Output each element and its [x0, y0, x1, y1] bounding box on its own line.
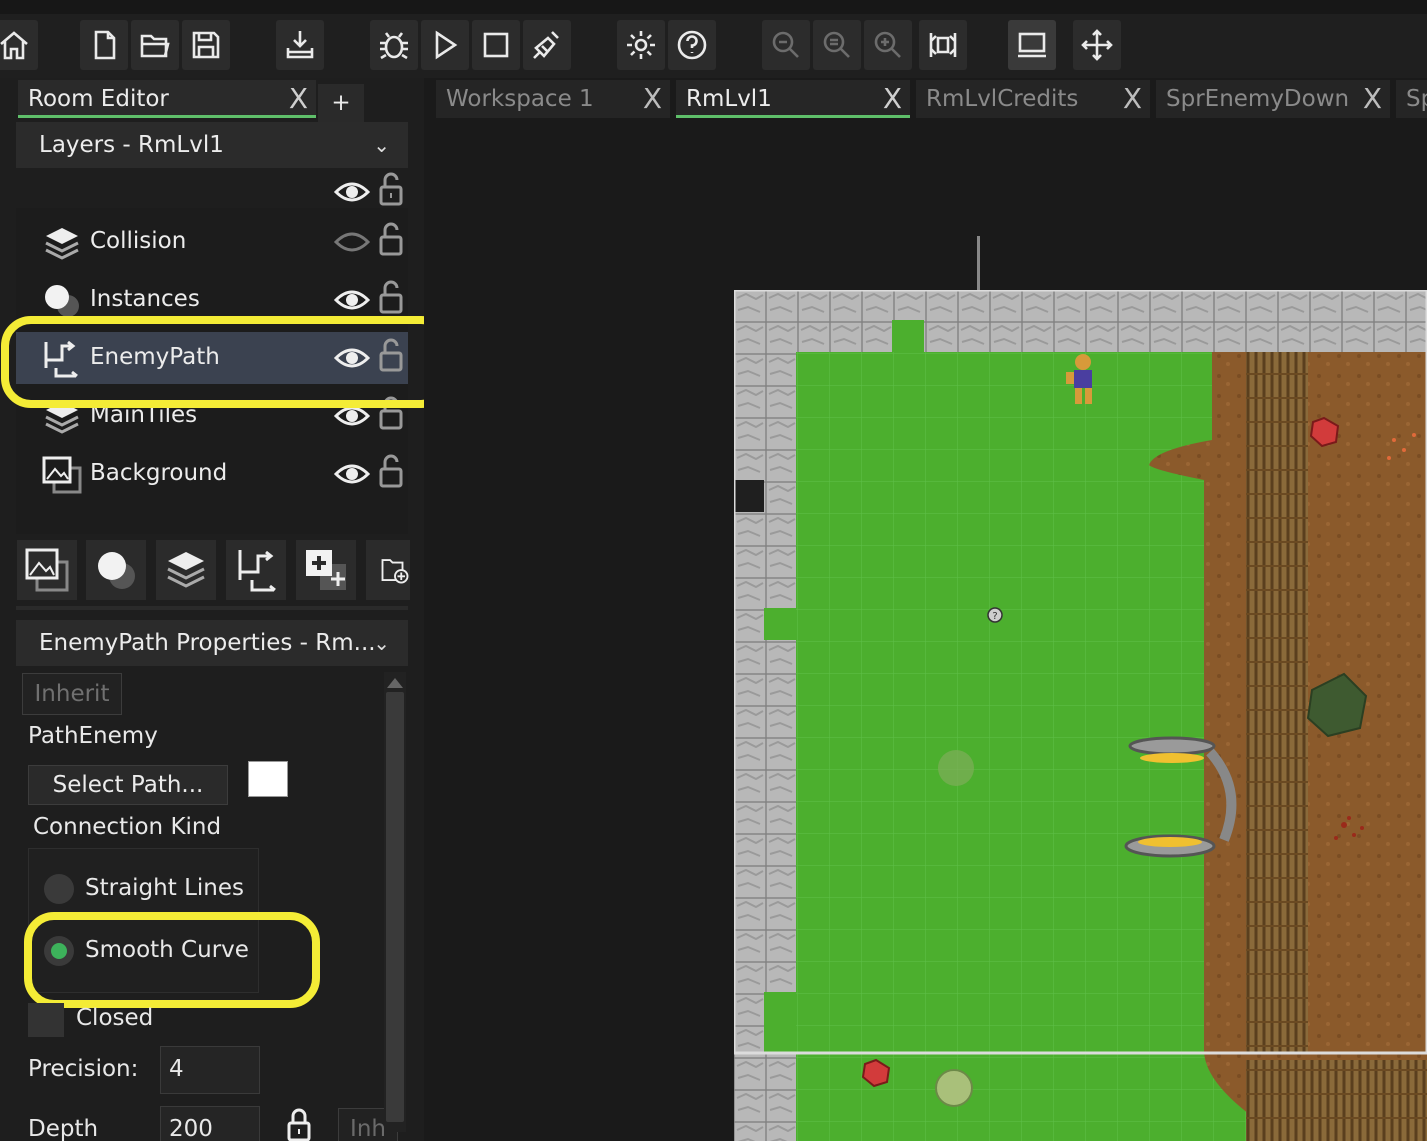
close-icon[interactable]: X: [289, 80, 308, 118]
settings-icon[interactable]: [617, 20, 665, 70]
save-icon[interactable]: [182, 20, 230, 70]
highlight-annotation: [1, 316, 451, 408]
tab-rmlvlcredits[interactable]: RmLvlCredits X: [916, 80, 1150, 118]
open-folder-icon[interactable]: [131, 20, 179, 70]
tab-sp[interactable]: Sp: [1396, 80, 1427, 118]
straight-lines-label: Straight Lines: [85, 875, 244, 901]
fit-icon[interactable]: [919, 20, 967, 70]
lock-icon[interactable]: [378, 172, 404, 206]
run-icon[interactable]: [421, 20, 469, 70]
add-asset-layer-button[interactable]: [296, 540, 356, 600]
tab-sprenemydown[interactable]: SprEnemyDown X: [1156, 80, 1390, 118]
close-icon[interactable]: X: [643, 80, 662, 118]
layer-label: Instances: [90, 286, 200, 312]
layer-row-collision[interactable]: Collision: [16, 216, 408, 268]
stop-icon[interactable]: [472, 20, 520, 70]
add-folder-button[interactable]: [366, 540, 410, 600]
close-icon[interactable]: X: [883, 80, 902, 118]
eye-icon[interactable]: [334, 460, 370, 488]
chevron-down-icon[interactable]: ⌄: [373, 122, 390, 168]
lock-icon[interactable]: [286, 1108, 312, 1141]
home-icon[interactable]: [0, 20, 38, 70]
eye-icon[interactable]: [334, 178, 370, 206]
close-icon[interactable]: X: [1363, 80, 1382, 118]
layers-title: Layers - RmLvl1: [39, 132, 224, 158]
instance-layer-icon: [45, 285, 79, 317]
close-icon[interactable]: X: [1123, 80, 1142, 118]
tileset-layer-icon: [45, 228, 79, 260]
lock-icon[interactable]: [378, 280, 404, 314]
tab-rmlvl1[interactable]: RmLvl1 X: [676, 80, 910, 118]
properties-scrollbar[interactable]: [384, 672, 406, 1132]
add-path-layer-button[interactable]: [226, 540, 286, 600]
path-color-swatch[interactable]: [248, 761, 288, 797]
lock-icon[interactable]: [378, 222, 404, 256]
closed-checkbox[interactable]: [28, 1003, 64, 1037]
precision-input[interactable]: 4: [160, 1046, 260, 1094]
tab-label: RmLvlCredits: [926, 86, 1079, 112]
tab-label: Sp: [1406, 86, 1427, 112]
svg-text:?: ?: [992, 611, 997, 622]
lock-icon[interactable]: [378, 454, 404, 488]
layer-label: Background: [90, 460, 228, 486]
chevron-down-icon[interactable]: ⌄: [373, 620, 390, 666]
layers-header[interactable]: Layers - RmLvl1 ⌄: [16, 122, 408, 168]
tab-workspace[interactable]: Workspace 1 X: [436, 80, 670, 118]
add-background-layer-button[interactable]: [17, 540, 77, 600]
debug-icon[interactable]: [370, 20, 418, 70]
zoom-in-icon[interactable]: [864, 20, 912, 70]
add-tab-button[interactable]: +: [318, 84, 364, 122]
tab-label: RmLvl1: [686, 86, 772, 112]
tab-label: SprEnemyDown: [1166, 86, 1350, 112]
properties-title: EnemyPath Properties - Rm...: [39, 630, 376, 656]
layer-row-background[interactable]: Background: [16, 448, 408, 500]
background-layer-icon: [42, 456, 82, 494]
eye-icon[interactable]: [334, 286, 370, 314]
zoom-reset-icon[interactable]: [813, 20, 861, 70]
precision-label: Precision:: [28, 1056, 139, 1082]
move-icon[interactable]: [1073, 20, 1121, 70]
device-icon[interactable]: [1008, 20, 1056, 70]
inherit-button[interactable]: Inherit: [22, 673, 122, 715]
select-path-button[interactable]: Select Path...: [28, 765, 228, 805]
eye-closed-icon[interactable]: [334, 228, 370, 256]
path-name-label: PathEnemy: [28, 723, 158, 749]
layer-label: Collision: [90, 228, 187, 254]
properties-header[interactable]: EnemyPath Properties - Rm... ⌄: [16, 620, 408, 666]
room-canvas[interactable]: ?: [734, 290, 1427, 1141]
tab-label: Workspace 1: [446, 86, 594, 112]
main-toolbar: [0, 0, 1427, 78]
zoom-out-icon[interactable]: [762, 20, 810, 70]
bush-sprite: [938, 750, 974, 786]
connection-kind-label: Connection Kind: [33, 814, 222, 840]
new-file-icon[interactable]: [80, 20, 128, 70]
depth-input[interactable]: 200: [160, 1106, 260, 1141]
add-instance-layer-button[interactable]: [86, 540, 146, 600]
closed-label: Closed: [76, 1005, 154, 1031]
add-tile-layer-button[interactable]: [156, 540, 216, 600]
depth-label: Depth: [28, 1116, 99, 1141]
straight-lines-radio[interactable]: [44, 874, 74, 904]
export-icon[interactable]: [276, 20, 324, 70]
clean-icon[interactable]: [523, 20, 571, 70]
bush-sprite: [935, 1069, 973, 1107]
divider: [16, 606, 408, 610]
tab-room-editor-label: Room Editor: [28, 86, 169, 112]
highlight-annotation: [24, 912, 320, 1008]
tab-room-editor[interactable]: Room Editor X: [18, 80, 316, 118]
help-icon[interactable]: [668, 20, 716, 70]
